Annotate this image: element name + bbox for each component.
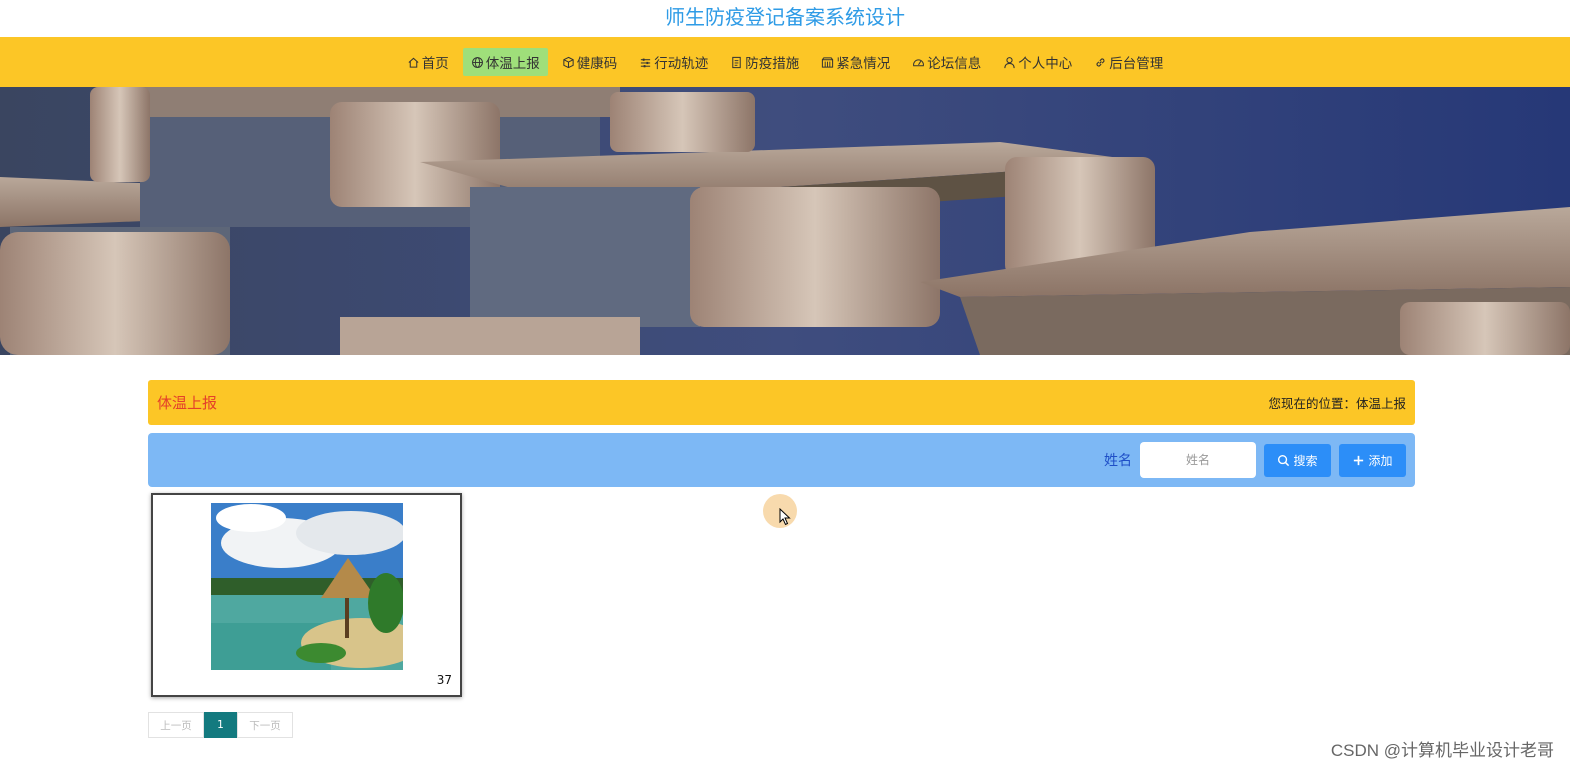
nav-item-admin[interactable]: 后台管理: [1086, 48, 1171, 76]
nav-label: 个人中心: [1018, 56, 1073, 72]
banner-carousel[interactable]: [0, 87, 1570, 355]
search-button-label: 搜索: [1293, 453, 1318, 468]
mouse-cursor-icon: [779, 507, 791, 530]
link-icon: [1094, 56, 1107, 69]
list-item[interactable]: 37: [151, 493, 462, 697]
temperature-value: 37: [436, 673, 452, 687]
breadcrumb-bar: 体温上报 您现在的位置：体温上报: [148, 380, 1415, 425]
main-nav: 首页 体温上报 健康码 行动轨迹 防疫措施 紧急情况 论坛信息 个人中心 后台管…: [0, 37, 1570, 87]
building-icon: [821, 56, 834, 69]
pagination: 上一页 1 下一页: [148, 712, 293, 738]
nav-item-emergency[interactable]: 紧急情况: [813, 48, 898, 76]
nav-item-movement-track[interactable]: 行动轨迹: [631, 48, 716, 76]
name-search-input[interactable]: [1140, 442, 1256, 478]
nav-label: 后台管理: [1109, 56, 1164, 72]
globe-icon: [471, 56, 484, 69]
nav-label: 论坛信息: [927, 56, 982, 72]
list-item-image: [211, 503, 403, 670]
cube-icon: [562, 56, 575, 69]
breadcrumb: 您现在的位置：体温上报: [1268, 396, 1406, 411]
site-title: 师生防疫登记备案系统设计: [665, 5, 905, 29]
search-label: 姓名: [1104, 453, 1132, 469]
document-icon: [730, 56, 743, 69]
search-bar: 姓名 搜索 添加: [148, 433, 1415, 487]
user-icon: [1003, 56, 1016, 69]
nav-label: 首页: [421, 56, 449, 72]
add-button[interactable]: 添加: [1339, 443, 1406, 477]
page-number-button[interactable]: 1: [204, 712, 237, 738]
sliders-icon: [639, 56, 652, 69]
search-button[interactable]: 搜索: [1264, 443, 1331, 477]
gauge-icon: [912, 56, 925, 69]
search-icon: [1278, 454, 1290, 466]
add-button-label: 添加: [1368, 453, 1393, 468]
nav-label: 健康码: [576, 56, 618, 72]
plus-icon: [1354, 455, 1364, 465]
nav-item-temperature-report[interactable]: 体温上报: [462, 48, 548, 76]
home-icon: [407, 56, 420, 69]
nav-item-prevention-measures[interactable]: 防疫措施: [722, 48, 807, 76]
next-page-button[interactable]: 下一页: [237, 712, 293, 738]
nav-item-personal-center[interactable]: 个人中心: [995, 48, 1080, 76]
prev-page-button[interactable]: 上一页: [148, 712, 204, 738]
page-title: 体温上报: [157, 394, 218, 412]
nav-item-home[interactable]: 首页: [399, 48, 457, 76]
classroom-illustration: [0, 87, 1570, 355]
nav-item-forum[interactable]: 论坛信息: [904, 48, 989, 76]
nav-label: 体温上报: [485, 56, 540, 72]
nav-label: 行动轨迹: [654, 56, 709, 72]
watermark: CSDN @计算机毕业设计老哥: [1330, 741, 1554, 760]
nav-label: 紧急情况: [836, 56, 891, 72]
nav-item-health-code[interactable]: 健康码: [554, 48, 626, 76]
nav-label: 防疫措施: [745, 56, 800, 72]
